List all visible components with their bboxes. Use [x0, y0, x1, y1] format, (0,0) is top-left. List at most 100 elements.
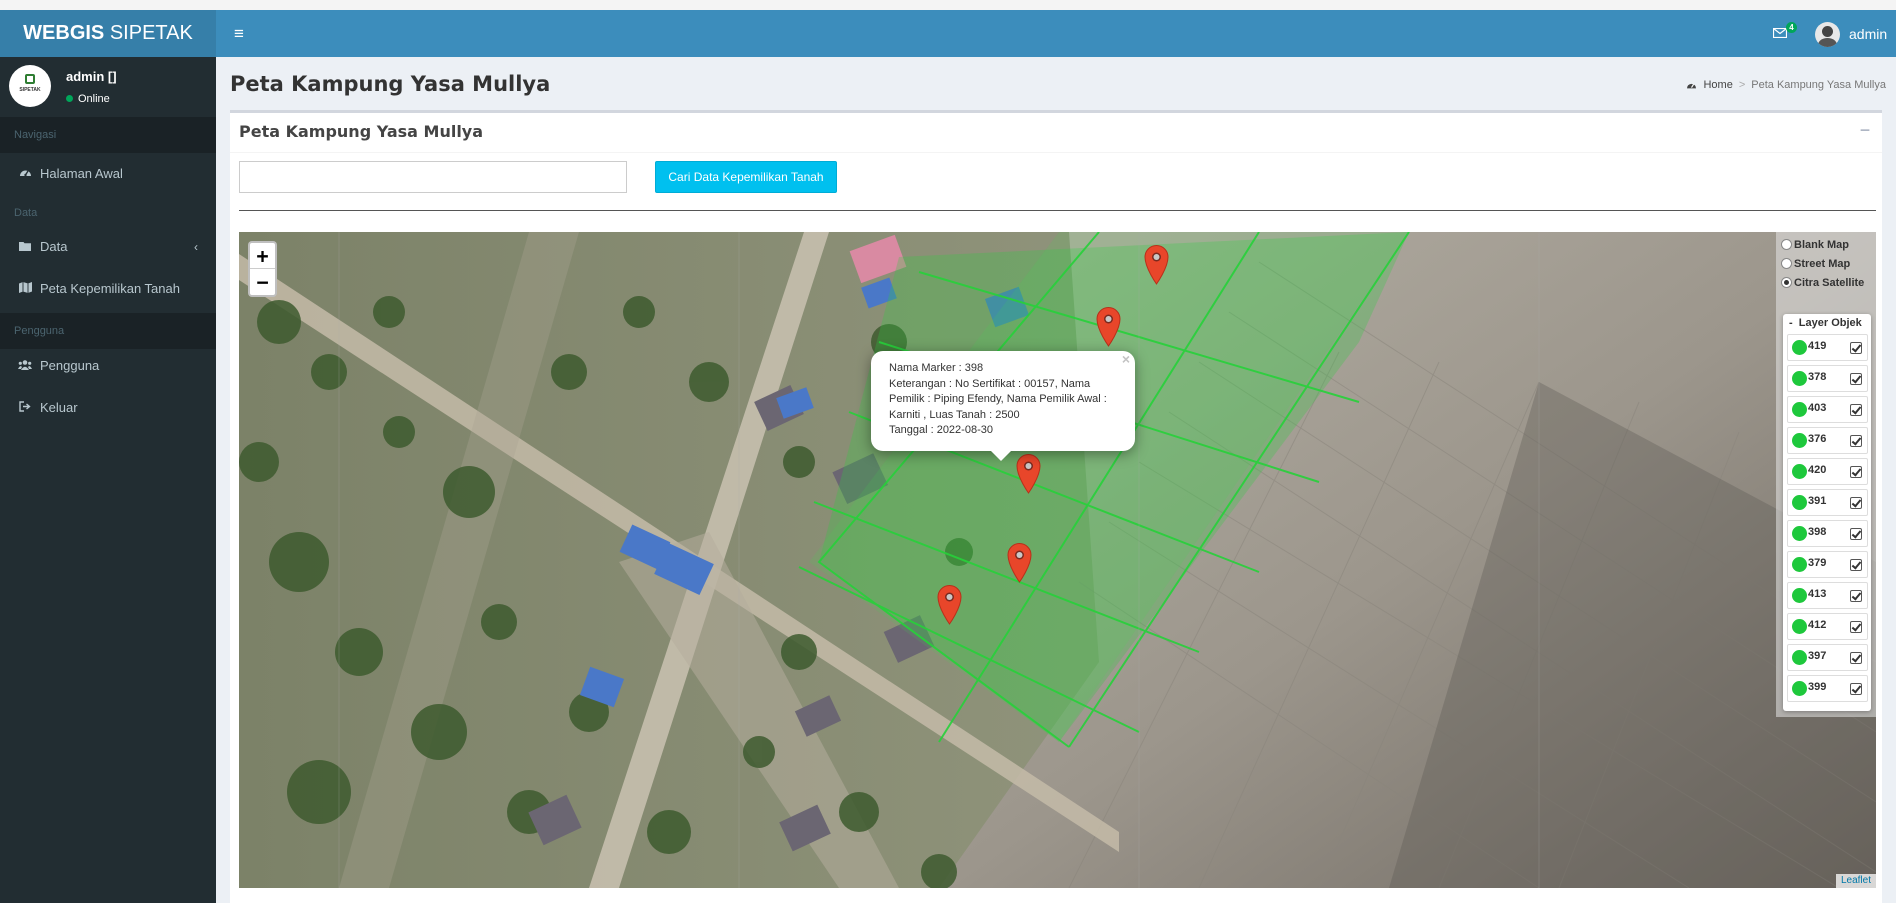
layer-color-icon [1792, 526, 1807, 541]
user-panel-avatar: SIPETAK [9, 65, 51, 107]
user-menu-name: admin [1849, 26, 1888, 42]
layer-item[interactable]: 397 [1787, 644, 1868, 671]
leaflet-map[interactable]: + − × Nama Marker : 398 Keterangan : No … [239, 232, 1876, 888]
zoom-out-button[interactable]: − [250, 269, 275, 295]
dashboard-icon [1687, 83, 1697, 88]
main-header: WEBGIS SIPETAK ≡ 4 admin [0, 10, 1896, 57]
sidebar: SIPETAK admin [] Online Navigasi Halaman… [0, 57, 216, 903]
layer-item[interactable]: 412 [1787, 613, 1868, 640]
search-input[interactable] [239, 161, 627, 193]
layer-color-icon [1792, 619, 1807, 634]
sidebar-toggle-icon[interactable]: ≡ [226, 10, 252, 57]
layer-item[interactable]: 413 [1787, 582, 1868, 609]
page-title: Peta Kampung Yasa Mullya [230, 72, 551, 96]
layer-label: 412 [1808, 619, 1827, 631]
sidebar-item-peta-kepemilikan-tanah[interactable]: Peta Kepemilikan Tanah [0, 268, 216, 310]
layer-checkbox[interactable] [1850, 559, 1862, 571]
layer-item[interactable]: 420 [1787, 458, 1868, 485]
user-panel: SIPETAK admin [] Online [0, 57, 216, 117]
user-avatar [1815, 21, 1840, 47]
map-marker-icon[interactable] [1096, 306, 1121, 347]
map-marker-icon[interactable] [1016, 453, 1041, 494]
layer-label: 379 [1808, 557, 1827, 569]
layer-checkbox[interactable] [1850, 590, 1862, 602]
search-land-ownership-button[interactable]: Cari Data Kepemilikan Tanah [655, 161, 837, 193]
popup-date: Tanggal : 2022-08-30 [889, 424, 993, 436]
users-icon [18, 345, 32, 387]
layer-label: 376 [1808, 433, 1827, 445]
map-marker-icon[interactable] [937, 584, 962, 625]
folder-icon [18, 226, 32, 268]
layer-checkbox[interactable] [1850, 373, 1862, 385]
sidebar-item-pengguna[interactable]: Pengguna [0, 345, 216, 387]
layer-color-icon [1792, 433, 1807, 448]
divider [239, 210, 1876, 211]
layer-color-icon [1792, 402, 1807, 417]
popup-description: Keterangan : No Sertifikat : 00157, Nama… [889, 377, 1107, 421]
radio-button[interactable] [1781, 239, 1792, 250]
layer-checkbox[interactable] [1850, 466, 1862, 478]
basemap-option-blank[interactable]: Blank Map [1781, 235, 1876, 254]
close-icon[interactable]: × [1122, 351, 1130, 368]
breadcrumb: Home > Peta Kampung Yasa Mullya [1686, 79, 1886, 91]
section-header-pengguna: Pengguna [0, 313, 216, 349]
layer-label: 403 [1808, 402, 1827, 414]
layer-item[interactable]: 378 [1787, 365, 1868, 392]
section-header-navigasi: Navigasi [0, 117, 216, 153]
user-panel-name: admin [] [66, 69, 117, 84]
layer-item[interactable]: 376 [1787, 427, 1868, 454]
sidebar-item-data[interactable]: Data ‹ [0, 226, 216, 268]
box-header: Peta Kampung Yasa Mullya − [230, 113, 1882, 153]
layer-label: 419 [1808, 340, 1827, 352]
user-menu[interactable]: admin [1815, 21, 1887, 47]
layer-label: 399 [1808, 681, 1827, 693]
layer-checkbox[interactable] [1850, 528, 1862, 540]
layer-item[interactable]: 379 [1787, 551, 1868, 578]
map-icon [18, 268, 32, 310]
layer-checkbox[interactable] [1850, 652, 1862, 664]
map-marker-icon[interactable] [1144, 244, 1169, 285]
user-status: Online [66, 93, 110, 105]
layer-label: 378 [1808, 371, 1827, 383]
browser-top-strip [0, 0, 1896, 10]
layer-checkbox[interactable] [1850, 497, 1862, 509]
layer-color-icon [1792, 650, 1807, 665]
map-box: Peta Kampung Yasa Mullya − Cari Data Kep… [230, 110, 1882, 903]
collapse-box-button[interactable]: − [1854, 119, 1876, 141]
zoom-in-button[interactable]: + [250, 243, 275, 269]
layer-label: 397 [1808, 650, 1827, 662]
zoom-control: + − [248, 241, 277, 297]
layer-item[interactable]: 398 [1787, 520, 1868, 547]
layer-checkbox[interactable] [1850, 683, 1862, 695]
layer-item[interactable]: 419 [1787, 334, 1868, 361]
sidebar-item-keluar[interactable]: Keluar [0, 387, 216, 429]
layer-checkbox[interactable] [1850, 435, 1862, 447]
radio-button-selected[interactable] [1781, 277, 1792, 288]
basemap-option-street[interactable]: Street Map [1781, 254, 1876, 273]
app-logo[interactable]: WEBGIS SIPETAK [0, 10, 216, 57]
layer-control-header[interactable]: - Layer Objek [1789, 317, 1862, 329]
layer-control: - Layer Objek 419 378 403 376 420 391 398 379 41… [1783, 314, 1871, 711]
layer-checkbox[interactable] [1850, 404, 1862, 416]
layer-checkbox[interactable] [1850, 342, 1862, 354]
layer-item[interactable]: 403 [1787, 396, 1868, 423]
layer-color-icon [1792, 464, 1807, 479]
marker-popup: × Nama Marker : 398 Keterangan : No Sert… [871, 351, 1135, 460]
basemap-option-satellite[interactable]: Citra Satellite [1781, 273, 1876, 292]
sidebar-item-halaman-awal[interactable]: Halaman Awal [0, 153, 216, 195]
layer-color-icon [1792, 588, 1807, 603]
breadcrumb-home-link[interactable]: Home [1703, 79, 1732, 91]
layer-color-icon [1792, 681, 1807, 696]
layer-checkbox[interactable] [1850, 621, 1862, 633]
layer-item[interactable]: 399 [1787, 675, 1868, 702]
radio-button[interactable] [1781, 258, 1792, 269]
basemap-switcher: Blank Map Street Map Citra Satellite [1781, 235, 1876, 292]
layer-item[interactable]: 391 [1787, 489, 1868, 516]
leaflet-attribution-link[interactable]: Leaflet [1835, 874, 1876, 888]
layer-color-icon [1792, 371, 1807, 386]
box-title: Peta Kampung Yasa Mullya [239, 122, 484, 141]
envelope-icon [1773, 28, 1787, 38]
map-marker-icon[interactable] [1007, 542, 1032, 583]
layer-color-icon [1792, 340, 1807, 355]
messages-button[interactable]: 4 [1768, 22, 1797, 46]
